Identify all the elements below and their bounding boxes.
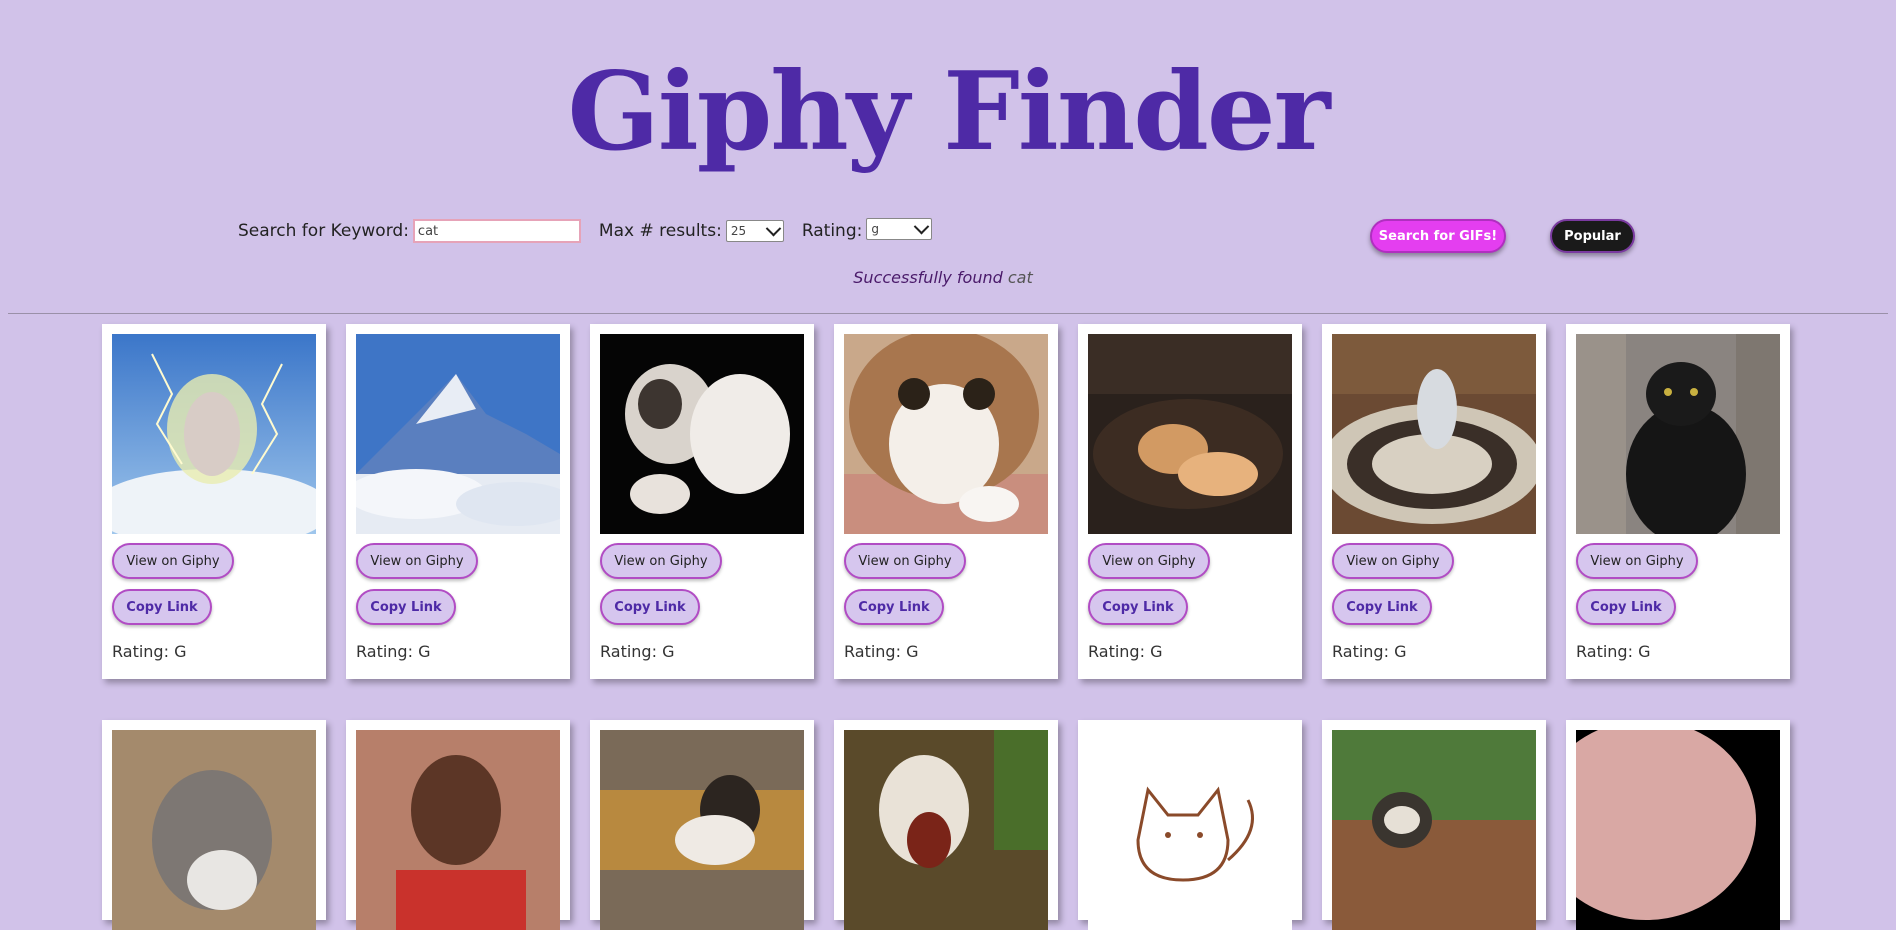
copy-link-button[interactable]: Copy Link <box>1576 589 1676 625</box>
rating-text: Rating: G <box>600 642 675 661</box>
gif-card <box>834 720 1058 930</box>
page-title: Giphy Finder <box>567 49 1330 175</box>
view-on-giphy-button[interactable]: View on Giphy <box>112 543 234 579</box>
max-results-select[interactable]: 25 <box>725 220 784 242</box>
max-results-label: Max # results: <box>598 221 722 241</box>
divider <box>8 313 1888 314</box>
gif-card: View on Giphy Copy Link Rating: G <box>102 324 326 679</box>
gif-image[interactable] <box>600 730 804 930</box>
copy-link-button[interactable]: Copy Link <box>1332 589 1432 625</box>
gif-card: View on Giphy Copy Link Rating: G <box>590 324 814 679</box>
gif-image[interactable] <box>356 334 560 534</box>
gif-image[interactable] <box>1576 334 1780 534</box>
gif-image[interactable] <box>1088 730 1292 930</box>
status-prefix: Successfully found <box>853 268 1003 287</box>
gif-image[interactable] <box>1576 730 1780 930</box>
status-term: cat <box>1007 268 1033 287</box>
gif-image[interactable] <box>1332 730 1536 930</box>
gif-card <box>1078 720 1302 930</box>
view-on-giphy-button[interactable]: View on Giphy <box>1576 543 1698 579</box>
gif-image[interactable] <box>112 730 316 930</box>
copy-link-button[interactable]: Copy Link <box>112 589 212 625</box>
gif-card: View on Giphy Copy Link Rating: G <box>1566 324 1790 679</box>
view-on-giphy-button[interactable]: View on Giphy <box>356 543 478 579</box>
gif-card: View on Giphy Copy Link Rating: G <box>1322 324 1546 679</box>
gif-card <box>346 720 570 930</box>
keyword-label: Search for Keyword: <box>238 221 409 241</box>
gif-card: View on Giphy Copy Link Rating: G <box>346 324 570 679</box>
gif-card: View on Giphy Copy Link Rating: G <box>1078 324 1302 679</box>
rating-label: Rating: <box>801 221 863 241</box>
view-on-giphy-button[interactable]: View on Giphy <box>600 543 722 579</box>
view-on-giphy-button[interactable]: View on Giphy <box>1332 543 1454 579</box>
gif-image[interactable] <box>600 334 804 534</box>
gif-card <box>590 720 814 930</box>
view-on-giphy-button[interactable]: View on Giphy <box>844 543 966 579</box>
gif-image[interactable] <box>112 334 316 534</box>
chevron-down-icon <box>914 218 930 234</box>
gif-image[interactable] <box>1332 334 1536 534</box>
rating-select[interactable]: g <box>866 218 933 240</box>
chevron-down-icon <box>765 220 782 236</box>
copy-link-button[interactable]: Copy Link <box>844 589 944 625</box>
max-results-value: 25 <box>730 224 747 238</box>
rating-text: Rating: G <box>1576 642 1651 661</box>
rating-text: Rating: G <box>844 642 919 661</box>
status-message: Successfully found cat <box>0 268 1886 287</box>
gif-card <box>1566 720 1790 930</box>
gif-image[interactable] <box>844 334 1048 534</box>
view-on-giphy-button[interactable]: View on Giphy <box>1088 543 1210 579</box>
gif-card <box>1322 720 1546 930</box>
gif-card: View on Giphy Copy Link Rating: G <box>834 324 1058 679</box>
rating-text: Rating: G <box>1332 642 1407 661</box>
rating-text: Rating: G <box>356 642 431 661</box>
copy-link-button[interactable]: Copy Link <box>356 589 456 625</box>
rating-text: Rating: G <box>1088 642 1163 661</box>
rating-text: Rating: G <box>112 642 187 661</box>
rating-value: g <box>871 222 879 236</box>
gif-card <box>102 720 326 930</box>
search-controls: Search for Keyword: Max # results: 25 Ra… <box>238 216 950 246</box>
copy-link-button[interactable]: Copy Link <box>600 589 700 625</box>
copy-link-button[interactable]: Copy Link <box>1088 589 1188 625</box>
gif-image[interactable] <box>356 730 560 930</box>
popular-button[interactable]: Popular <box>1550 219 1635 253</box>
search-button[interactable]: Search for GIFs! <box>1370 219 1506 253</box>
keyword-input[interactable] <box>412 219 581 243</box>
gif-image[interactable] <box>844 730 1048 930</box>
gif-image[interactable] <box>1088 334 1292 534</box>
